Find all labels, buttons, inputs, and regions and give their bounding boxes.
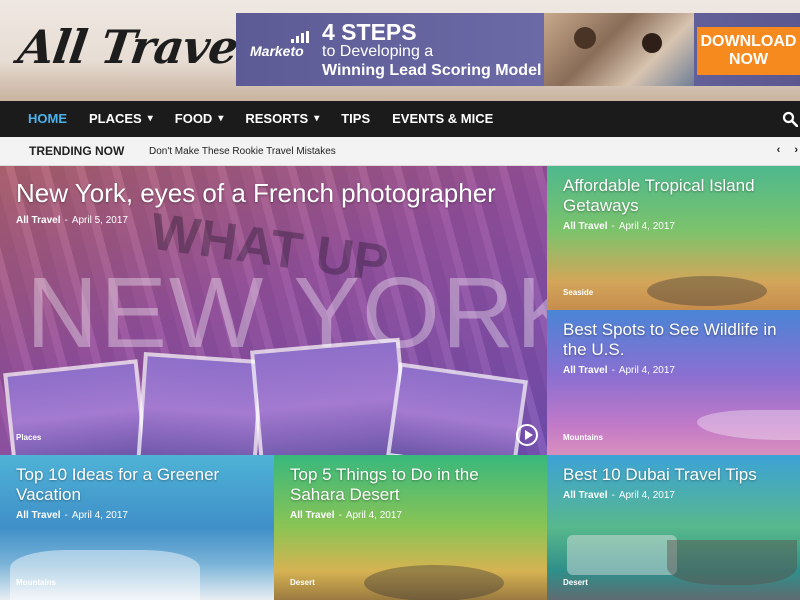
chevron-down-icon: ▾ <box>147 113 153 124</box>
post-date: April 4, 2017 <box>618 365 675 376</box>
post-title[interactable]: Affordable Tropical Island Getaways <box>563 176 793 216</box>
post-date: April 4, 2017 <box>71 510 128 521</box>
polaroid-photo <box>250 337 410 455</box>
post-title[interactable]: Best Spots to See Wildlife in the U.S. <box>563 320 798 360</box>
nav-item-label: PLACES <box>89 111 142 126</box>
post-tile[interactable]: Affordable Tropical Island Getaways All … <box>547 166 800 310</box>
post-title[interactable]: Top 10 Ideas for a Greener Vacation <box>16 465 256 505</box>
post-meta: All Travel - April 4, 2017 <box>563 221 675 232</box>
image-boat <box>567 535 677 575</box>
nav-item-events-mice[interactable]: EVENTS & MICE <box>381 101 504 137</box>
post-author[interactable]: All Travel <box>563 221 607 232</box>
post-title[interactable]: Top 5 Things to Do in the Sahara Desert <box>290 465 535 505</box>
post-author[interactable]: All Travel <box>16 215 60 226</box>
trending-bar: TRENDING NOW Don't Make These Rookie Tra… <box>0 137 800 166</box>
post-tile-main[interactable]: WHAT UP NEW YORK New York, eyes of a Fre… <box>0 166 547 455</box>
nav-item-label: RESORTS <box>245 111 309 126</box>
main-nav: HOME PLACES ▾ FOOD ▾ RESORTS ▾ TIPS EVENTS & MIC… <box>0 101 800 137</box>
nav-item-label: HOME <box>28 111 67 126</box>
post-date: April 4, 2017 <box>345 510 402 521</box>
post-author[interactable]: All Travel <box>16 510 60 521</box>
ad-cta-line1: DOWNLOAD <box>700 33 797 50</box>
post-title[interactable]: Best 10 Dubai Travel Tips <box>563 465 793 485</box>
nav-item-tips[interactable]: TIPS <box>330 101 381 137</box>
post-date: April 4, 2017 <box>618 221 675 232</box>
nav-item-places[interactable]: PLACES ▾ <box>78 101 164 137</box>
ad-cta-line2: NOW <box>728 51 769 68</box>
ad-photo <box>544 13 694 86</box>
trending-prev-button[interactable]: ‹ <box>777 144 781 156</box>
chevron-down-icon: ▾ <box>218 113 224 124</box>
marketo-bars-icon <box>291 31 311 43</box>
nav-item-label: TIPS <box>341 111 371 126</box>
post-meta: All Travel - April 4, 2017 <box>563 490 675 501</box>
post-author[interactable]: All Travel <box>290 510 334 521</box>
nav-item-label: EVENTS & MICE <box>392 111 494 126</box>
post-tile[interactable]: Top 5 Things to Do in the Sahara Desert … <box>274 455 547 600</box>
ad-brand: Marketo <box>250 43 304 59</box>
trending-headline-link[interactable]: Don't Make These Rookie Travel Mistakes <box>149 146 336 157</box>
post-date: April 4, 2017 <box>618 490 675 501</box>
ad-subline-bold: Winning Lead Scoring Model <box>322 62 542 79</box>
chevron-down-icon: ▾ <box>314 113 320 124</box>
post-tile[interactable]: Top 10 Ideas for a Greener Vacation All … <box>0 455 274 600</box>
site-logo[interactable]: All Travel <box>14 20 258 82</box>
nav-item-label: FOOD <box>174 111 213 126</box>
trending-next-button[interactable]: › <box>794 144 798 156</box>
post-meta: All Travel - April 4, 2017 <box>563 365 675 376</box>
ad-headline: 4 STEPS <box>322 19 417 45</box>
ad-banner[interactable]: Marketo 4 STEPS to Developing a Winning … <box>236 13 800 86</box>
post-category[interactable]: Mountains <box>16 578 56 587</box>
post-tile[interactable]: Best 10 Dubai Travel Tips All Travel - Apr… <box>547 455 800 600</box>
post-meta: All Travel - April 4, 2017 <box>290 510 402 521</box>
ad-subline: to Developing a <box>322 43 434 60</box>
post-category[interactable]: Mountains <box>563 433 603 442</box>
post-author[interactable]: All Travel <box>563 365 607 376</box>
post-category[interactable]: Seaside <box>563 288 593 297</box>
site-header: All Travel Marketo 4 STEPS to Developing… <box>0 0 800 101</box>
nav-item-food[interactable]: FOOD ▾ <box>164 101 235 137</box>
image-road <box>364 565 504 600</box>
post-category[interactable]: Places <box>16 433 41 442</box>
trending-arrows: ‹ › <box>777 144 798 156</box>
post-date: April 5, 2017 <box>71 215 128 226</box>
post-author[interactable]: All Travel <box>563 490 607 501</box>
post-category[interactable]: Desert <box>563 578 588 587</box>
post-meta: All Travel - April 4, 2017 <box>16 510 128 521</box>
play-video-icon[interactable] <box>516 424 538 446</box>
post-title[interactable]: New York, eyes of a French photographer <box>16 178 536 208</box>
nav-item-home[interactable]: HOME <box>0 101 78 137</box>
image-road <box>647 276 767 306</box>
ad-download-button[interactable]: DOWNLOAD NOW <box>697 27 800 75</box>
search-icon[interactable] <box>782 111 798 127</box>
trending-label: TRENDING NOW <box>29 144 125 158</box>
image-boat <box>667 540 797 585</box>
post-meta: All Travel - April 5, 2017 <box>16 215 128 226</box>
polaroid-photo <box>136 351 264 455</box>
post-category[interactable]: Desert <box>290 578 315 587</box>
nav-item-resorts[interactable]: RESORTS ▾ <box>234 101 330 137</box>
post-tile[interactable]: Best Spots to See Wildlife in the U.S. A… <box>547 310 800 455</box>
image-white-houses <box>10 550 200 600</box>
